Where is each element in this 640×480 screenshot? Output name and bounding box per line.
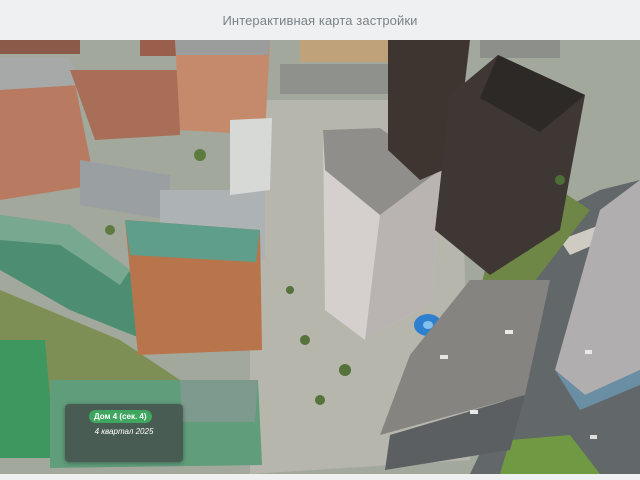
tree <box>555 175 565 185</box>
tree <box>315 395 325 405</box>
tree <box>339 364 351 376</box>
car <box>470 410 478 414</box>
completion-date: 4 квартал 2025 <box>94 427 154 436</box>
tree <box>286 286 294 294</box>
tree <box>300 335 310 345</box>
building-tooltip[interactable]: Дом 4 (сек. 4) 4 квартал 2025 <box>65 404 183 462</box>
building-badge: Дом 4 (сек. 4) <box>89 410 152 423</box>
building-distant <box>300 40 390 62</box>
car <box>590 435 597 439</box>
parking-lot <box>280 64 390 94</box>
page-title: Интерактивная карта застройки <box>222 12 418 28</box>
car <box>585 350 592 354</box>
car <box>440 355 448 359</box>
building-terracotta-1-roof <box>0 58 80 90</box>
fountain-center <box>423 321 433 329</box>
building-distant <box>140 40 180 56</box>
page-header: Интерактивная карта застройки <box>0 0 640 40</box>
tree <box>194 149 206 161</box>
building-terracotta-3-roof <box>175 40 270 55</box>
construction-map[interactable]: Дом 4 (сек. 4) 4 квартал 2025 <box>0 40 640 474</box>
building-green-low-roof <box>180 380 258 422</box>
building-white-tower <box>230 118 272 195</box>
car <box>505 330 513 334</box>
building-distant <box>0 40 80 54</box>
building-distant <box>480 40 560 58</box>
tree <box>105 225 115 235</box>
